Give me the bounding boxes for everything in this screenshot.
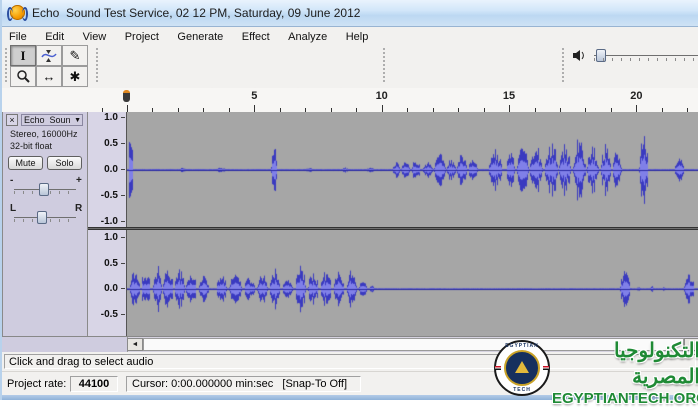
logo-top-text: EGYPTIAN	[496, 343, 548, 349]
asterisk-icon: ✱	[70, 70, 81, 83]
timeline-label: 20	[630, 90, 642, 102]
timeline-label: 10	[376, 90, 388, 102]
ruler-label: 0.5	[104, 138, 118, 150]
cursor-position-text: Cursor: 0:00.000000 min:sec [Snap-To Off…	[126, 376, 361, 392]
solo-button[interactable]: Solo	[47, 156, 82, 170]
timeline-tick	[636, 105, 637, 112]
egypt-flag-icon	[543, 366, 549, 370]
toolbar-grip[interactable]	[4, 47, 8, 84]
ruler-label: 0.5	[104, 258, 118, 270]
track-bitdepth-info: 32-bit float	[10, 141, 52, 151]
watermark-arabic-text: التكنولوجيا المصرية	[552, 338, 698, 390]
timeline-label: 5	[251, 90, 257, 102]
pencil-icon: ✎	[70, 49, 81, 62]
track-title-menu[interactable]: ▼Echo Soun	[21, 114, 83, 126]
project-rate-label: Project rate:	[7, 378, 66, 390]
egyptiantech-logo: EGYPTIAN TECH	[494, 340, 550, 396]
timeline-tick	[382, 105, 383, 112]
selection-tool-button[interactable]: I	[10, 45, 36, 66]
egypt-flag-icon	[495, 366, 501, 370]
watermark-text: التكنولوجيا المصرية EGYPTIANTECH.ORG	[552, 338, 698, 408]
timeline-tick	[254, 105, 255, 112]
toolbar: I ✎ ↔ ✱	[2, 43, 698, 89]
chevron-down-icon: ▼	[74, 115, 81, 126]
pan-right-label: R	[75, 204, 82, 214]
ruler-label: -0.5	[101, 190, 118, 202]
audacity-window: { "window": { "title": "Echo \u00a0Sound…	[0, 0, 698, 400]
toolbar-grip[interactable]	[95, 47, 99, 84]
project-rate-value[interactable]: 44100	[70, 376, 118, 392]
gain-slider-thumb[interactable]	[39, 183, 49, 196]
pan-slider-thumb[interactable]	[37, 211, 47, 224]
magnifier-icon	[16, 69, 31, 84]
double-arrow-icon: ↔	[43, 70, 56, 83]
timeline-ruler[interactable]: 05101520	[2, 88, 698, 113]
ruler-label: 1.0	[104, 232, 118, 244]
scrollbar-left-pad	[2, 337, 128, 352]
output-volume-slider[interactable]	[594, 55, 698, 56]
ibeam-icon: I	[20, 49, 25, 62]
pyramid-icon	[515, 361, 529, 373]
waveform-channel-1[interactable]	[127, 112, 698, 227]
title-bar[interactable]: Echo Sound Test Service, 02 12 PM, Satur…	[2, 0, 698, 27]
watermark: EGYPTIAN TECH التكنولوجيا المصرية EGYPTI…	[490, 338, 698, 400]
logo-emblem	[504, 350, 540, 386]
timeline-tick	[127, 105, 128, 112]
mute-button[interactable]: Mute	[8, 156, 43, 170]
track-title-text: Echo Soun	[24, 115, 71, 125]
timeline-tick	[509, 105, 510, 112]
watermark-domain-text: EGYPTIANTECH.ORG	[552, 390, 698, 408]
ruler-label: 0.0	[104, 283, 118, 295]
timeline-cursor-pin[interactable]	[123, 90, 130, 102]
toolbar-grip[interactable]	[561, 47, 565, 84]
multi-tool-button[interactable]: ✱	[62, 66, 88, 87]
pan-left-label: L	[10, 204, 16, 214]
track-format-info: Stereo, 16000Hz	[10, 129, 78, 139]
timeline-label: 15	[503, 90, 515, 102]
gain-max-label: +	[76, 176, 82, 186]
menu-bar: File Edit View Project Generate Effect A…	[2, 27, 698, 44]
toolbar-grip[interactable]	[382, 47, 386, 84]
envelope-icon	[41, 49, 57, 63]
gain-min-label: -	[10, 176, 13, 186]
draw-tool-button[interactable]: ✎	[62, 45, 88, 66]
ruler-label: -0.5	[101, 309, 118, 321]
output-volume-slider-ticks	[594, 58, 698, 61]
zoom-tool-button[interactable]	[10, 66, 36, 87]
scroll-left-button[interactable]: ◄	[127, 338, 143, 351]
window-title: Echo Sound Test Service, 02 12 PM, Satur…	[32, 6, 360, 20]
time-shift-tool-button[interactable]: ↔	[36, 66, 62, 87]
vertical-ruler-channel-1: 1.0 0.5 0.0 -0.5 -1.0	[88, 112, 127, 227]
audacity-logo-icon	[10, 5, 25, 20]
envelope-tool-button[interactable]	[36, 45, 62, 66]
ruler-label: 0.0	[104, 164, 118, 176]
waveform-channel-2[interactable]	[127, 230, 698, 336]
output-volume-speaker-icon	[572, 49, 586, 62]
track-close-button[interactable]: ×	[6, 114, 18, 126]
vertical-ruler-channel-2: 1.0 0.5 0.0 -0.5	[88, 230, 127, 336]
track-control-panel: × ▼Echo Soun Stereo, 16000Hz 32-bit floa…	[2, 112, 88, 336]
ruler-label: 1.0	[104, 112, 118, 124]
logo-bottom-text: TECH	[496, 387, 548, 393]
